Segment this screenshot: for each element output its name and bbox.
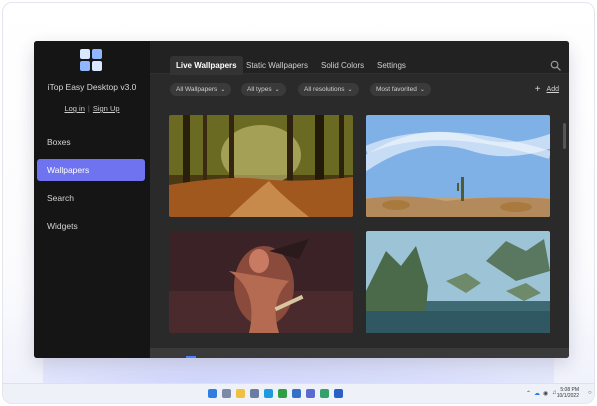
filter-all-resolutions[interactable]: All resolutions ⌄	[298, 83, 359, 96]
os-taskbar: ⌃ ☁ ◉ ♫ 5:08 PM 10/1/2022 ○	[3, 383, 594, 403]
horizontal-scrollbar[interactable]	[150, 348, 569, 358]
search-icon[interactable]	[550, 60, 561, 71]
app-logo-icon	[80, 49, 102, 71]
islands-wallpaper-image	[366, 231, 550, 333]
tab-solid-colors[interactable]: Solid Colors	[315, 56, 370, 75]
file-explorer-icon[interactable]	[236, 389, 245, 398]
auth-links: Log in | Sign Up	[34, 104, 150, 113]
tray-chevron-icon[interactable]: ⌃	[526, 390, 531, 397]
network-icon[interactable]: ◉	[543, 390, 548, 397]
signup-link[interactable]: Sign Up	[93, 104, 120, 113]
auth-divider: |	[87, 104, 90, 113]
app-icon[interactable]	[320, 389, 329, 398]
app-icon[interactable]	[306, 389, 315, 398]
store-icon[interactable]	[292, 389, 301, 398]
warrior-wallpaper-image	[169, 231, 353, 333]
sidebar: iTop Easy Desktop v3.0 Log in | Sign Up Bo…	[34, 41, 150, 358]
chevron-down-icon: ⌄	[347, 87, 353, 93]
app-icon[interactable]	[334, 389, 343, 398]
add-button[interactable]: + Add	[535, 84, 559, 95]
scroll-indicator	[186, 356, 196, 358]
filter-all-wallpapers[interactable]: All Wallpapers ⌄	[170, 83, 232, 96]
filter-label: All types	[247, 86, 272, 93]
start-menu-icon[interactable]	[208, 389, 217, 398]
notification-icon[interactable]: ○	[588, 390, 592, 396]
taskbar-clock[interactable]: 5:08 PM 10/1/2022	[557, 387, 579, 399]
login-link[interactable]: Log in	[64, 104, 84, 113]
wallpaper-thumb-floating-islands[interactable]	[366, 231, 550, 333]
add-label: Add	[546, 86, 559, 93]
edge-browser-icon[interactable]	[264, 389, 273, 398]
filter-most-favorited[interactable]: Most favorited ⌄	[370, 83, 431, 96]
chevron-down-icon: ⌄	[274, 87, 280, 93]
filter-all-types[interactable]: All types ⌄	[241, 83, 286, 96]
chevron-down-icon: ⌄	[220, 87, 226, 93]
chevron-down-icon: ⌄	[419, 87, 425, 93]
wallpaper-thumb-desert-sky[interactable]	[366, 115, 550, 217]
tab-live-wallpapers[interactable]: Live Wallpapers	[170, 56, 243, 75]
wallpaper-thumb-forest-path[interactable]	[169, 115, 353, 217]
sidebar-item-boxes[interactable]: Boxes	[37, 131, 145, 153]
desert-wallpaper-image	[366, 115, 550, 217]
screenshot-frame: iTop Easy Desktop v3.0 Log in | Sign Up Bo…	[2, 2, 595, 404]
camera-icon[interactable]	[250, 389, 259, 398]
clock-date: 10/1/2022	[556, 393, 579, 399]
sidebar-item-wallpapers[interactable]: Wallpapers	[37, 159, 145, 181]
forest-wallpaper-image	[169, 115, 353, 217]
tab-static-wallpapers[interactable]: Static Wallpapers	[240, 56, 314, 75]
app-title: iTop Easy Desktop v3.0	[47, 82, 137, 92]
wallpaper-thumb-warrior-character[interactable]	[169, 231, 353, 333]
sidebar-item-search[interactable]: Search	[37, 187, 145, 209]
filter-label: All resolutions	[304, 86, 345, 93]
vertical-scrollbar[interactable]	[563, 123, 566, 149]
sidebar-item-widgets[interactable]: Widgets	[37, 215, 145, 237]
tab-bar: Live Wallpapers Static Wallpapers Solid …	[150, 41, 569, 75]
main-panel: Live Wallpapers Static Wallpapers Solid …	[150, 41, 569, 358]
app-window: iTop Easy Desktop v3.0 Log in | Sign Up Bo…	[34, 41, 569, 358]
filter-label: All Wallpapers	[176, 86, 218, 93]
filter-label: Most favorited	[376, 86, 417, 93]
tab-settings[interactable]: Settings	[371, 56, 412, 75]
plus-icon: +	[534, 84, 541, 95]
search-taskbar-icon[interactable]	[222, 389, 231, 398]
app-icon[interactable]	[278, 389, 287, 398]
cloud-icon[interactable]: ☁	[534, 390, 540, 397]
